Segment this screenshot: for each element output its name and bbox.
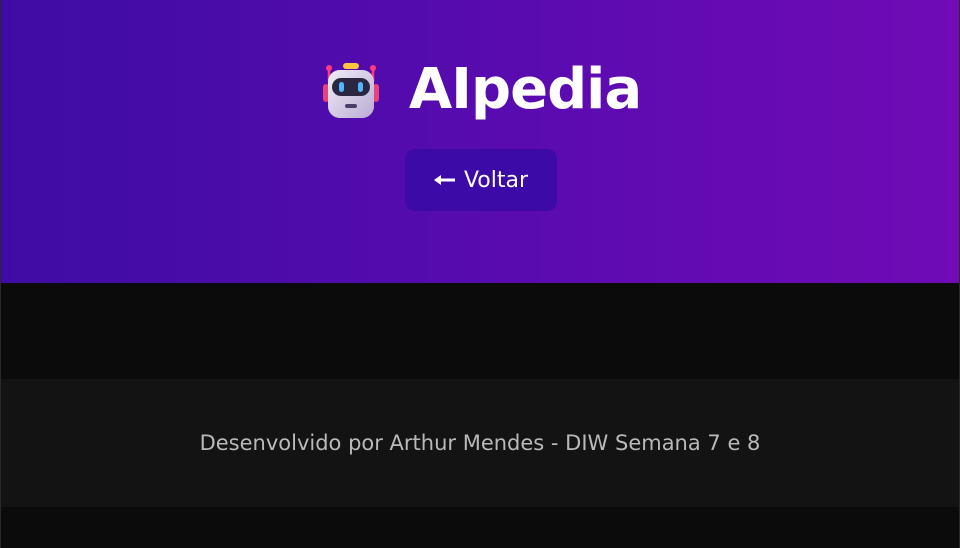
page: AIpedia Voltar Desenvolvido por Arthur M… <box>0 0 960 548</box>
hero-header: AIpedia Voltar <box>1 0 959 283</box>
main-content <box>1 283 959 379</box>
footer: Desenvolvido por Arthur Mendes - DIW Sem… <box>1 379 959 507</box>
brand: AIpedia <box>1 56 959 124</box>
page-bottom <box>1 507 959 548</box>
page-title: AIpedia <box>408 57 642 122</box>
back-button[interactable]: Voltar <box>405 149 557 211</box>
back-button-label: Voltar <box>463 167 529 193</box>
arrow-left-icon <box>433 175 455 185</box>
robot-icon <box>322 63 379 118</box>
footer-text: Desenvolvido por Arthur Mendes - DIW Sem… <box>199 431 761 455</box>
